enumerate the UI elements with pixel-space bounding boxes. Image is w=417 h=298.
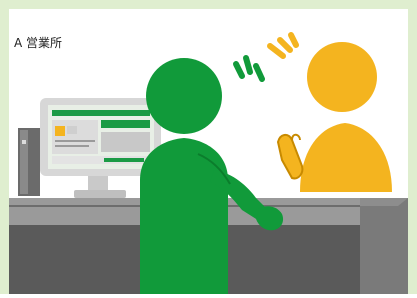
- staff-body: [140, 138, 228, 294]
- screen-avatar: [55, 126, 65, 136]
- office-scene: [0, 0, 417, 294]
- pc-tower-front: [20, 130, 28, 194]
- pc-tower-light: [22, 140, 26, 144]
- monitor-stand-base: [74, 190, 126, 198]
- screen-thumb: [67, 126, 77, 134]
- customer-head: [307, 42, 377, 112]
- screen-right-panel: [101, 132, 150, 152]
- office-label: A 営業所: [14, 36, 63, 50]
- screen-line: [55, 145, 89, 147]
- screen-header-bar: [52, 110, 150, 116]
- counter-right-panel: [360, 198, 408, 294]
- illustration-frame: A 営業所: [0, 0, 417, 294]
- screen-left-panel: [52, 120, 98, 154]
- screen-right-header: [101, 120, 150, 128]
- screen-button: [104, 158, 144, 162]
- staff-burst-line: [243, 55, 253, 75]
- screen-line: [55, 140, 95, 142]
- monitor-stand-neck: [88, 176, 108, 190]
- staff-head: [146, 58, 222, 134]
- pc-tower-icon: [18, 128, 40, 196]
